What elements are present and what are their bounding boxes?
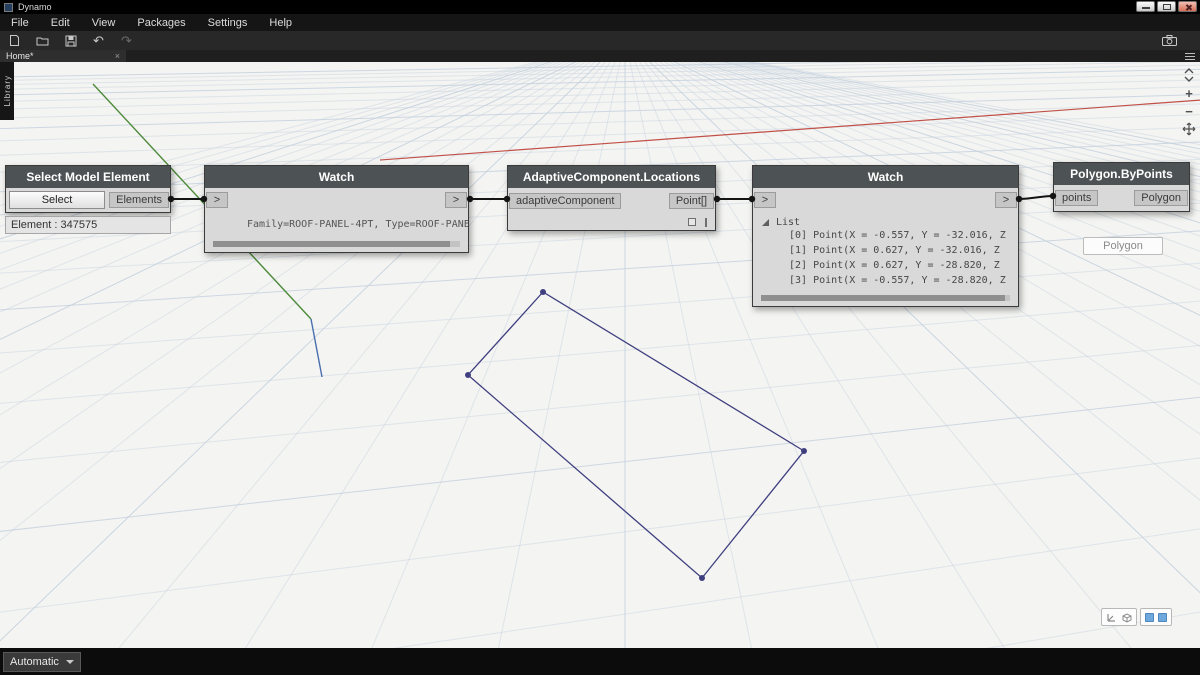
view-toggle-group xyxy=(1101,608,1172,626)
node-watch-1[interactable]: Watch > > Family=ROOF-PANEL-4PT, Type=RO… xyxy=(204,165,469,253)
zoom-in-button[interactable]: + xyxy=(1182,86,1196,100)
workspace-menu-icon[interactable] xyxy=(1185,53,1195,60)
z-axis-line xyxy=(311,319,322,377)
export-image-icon[interactable] xyxy=(1162,33,1177,48)
geometry-preview-layer xyxy=(0,62,1200,648)
watch-horizontal-scrollbar[interactable] xyxy=(761,295,1010,301)
window-controls xyxy=(1136,1,1197,12)
watch-value: Family=ROOF-PANEL-4PT, Type=ROOF-PANEL xyxy=(205,212,468,236)
node-polygon-bypoints[interactable]: Polygon.ByPoints points Polygon xyxy=(1053,162,1190,212)
library-panel-tab[interactable]: Library xyxy=(0,62,14,120)
workspace-canvas[interactable]: Library Select Model Element Select Elem… xyxy=(0,62,1200,648)
open-file-icon[interactable] xyxy=(35,33,50,48)
node-title[interactable]: Select Model Element xyxy=(6,166,170,188)
run-mode-dropdown[interactable]: Automatic xyxy=(3,652,81,672)
select-element-button[interactable]: Select xyxy=(9,191,105,209)
graph-view-icon[interactable] xyxy=(1145,613,1154,622)
output-port-point-array[interactable]: Point[] xyxy=(669,193,714,209)
polygon-vertex xyxy=(699,575,705,581)
node-title[interactable]: Watch xyxy=(205,166,468,188)
polygon-geometry xyxy=(468,292,804,578)
menu-file[interactable]: File xyxy=(0,14,40,31)
tab-home[interactable]: Home* × xyxy=(0,50,126,62)
workspace-tabbar: Home* × xyxy=(0,50,1200,62)
minimize-button[interactable] xyxy=(1136,1,1155,12)
input-port[interactable]: > xyxy=(206,192,228,208)
list-header[interactable]: List xyxy=(753,215,1018,230)
watch-horizontal-scrollbar[interactable] xyxy=(213,241,460,247)
tab-label: Home* xyxy=(6,51,115,61)
geometry-view-toggles[interactable] xyxy=(1101,608,1137,626)
zoom-out-button[interactable]: − xyxy=(1182,104,1196,118)
new-file-icon[interactable] xyxy=(7,33,22,48)
menu-edit[interactable]: Edit xyxy=(40,14,81,31)
app-title: Dynamo xyxy=(18,2,52,12)
input-port[interactable]: > xyxy=(754,192,776,208)
input-port-adaptivecomponent[interactable]: adaptiveComponent xyxy=(509,193,621,209)
node-title[interactable]: AdaptiveComponent.Locations xyxy=(508,166,715,188)
menu-view[interactable]: View xyxy=(81,14,127,31)
toolbar: ↶ ↷ xyxy=(0,31,1200,50)
expander-icon[interactable] xyxy=(762,219,769,226)
node-preview-element-id: Element : 347575 xyxy=(5,216,171,234)
node-title[interactable]: Polygon.ByPoints xyxy=(1054,163,1189,185)
statusbar: Automatic xyxy=(0,648,1200,675)
minimize-icon xyxy=(1142,7,1150,9)
polygon-vertex xyxy=(801,448,807,454)
save-icon[interactable] xyxy=(63,33,78,48)
workspace-view-toggles[interactable] xyxy=(1140,608,1172,626)
menu-packages[interactable]: Packages xyxy=(126,14,196,31)
maximize-button[interactable] xyxy=(1157,1,1176,12)
list-item: [1] Point(X = 0.627, Y = -32.016, Z xyxy=(753,245,1018,260)
list-item: [0] Point(X = -0.557, Y = -32.016, Z xyxy=(753,230,1018,245)
list-label: List xyxy=(776,217,800,228)
chevron-down-icon xyxy=(66,660,74,664)
tab-close-icon[interactable]: × xyxy=(115,52,120,61)
list-item: [2] Point(X = 0.627, Y = -28.820, Z xyxy=(753,260,1018,275)
run-mode-value: Automatic xyxy=(10,656,59,668)
polygon-vertex xyxy=(465,372,471,378)
maximize-icon xyxy=(1163,4,1171,10)
output-port-polygon[interactable]: Polygon xyxy=(1134,190,1188,206)
library-panel-label: Library xyxy=(3,75,12,106)
node-select-model-element[interactable]: Select Model Element Select Elements xyxy=(5,165,171,213)
redo-icon[interactable]: ↷ xyxy=(119,33,134,48)
output-port[interactable]: > xyxy=(445,192,467,208)
node-watch-2[interactable]: Watch > > List [0] Point(X = -0.557, Y =… xyxy=(752,165,1019,307)
background-grid xyxy=(0,62,1200,648)
preview-checkbox[interactable] xyxy=(688,218,696,226)
menu-help[interactable]: Help xyxy=(258,14,303,31)
canvas-navigation-controls: + − xyxy=(1182,68,1196,136)
menu-settings[interactable]: Settings xyxy=(197,14,259,31)
titlebar: Dynamo xyxy=(0,0,1200,14)
lacing-indicator-icon[interactable] xyxy=(705,218,707,227)
watch-list: List [0] Point(X = -0.557, Y = -32.016, … xyxy=(753,212,1018,290)
wire-watch-to-polygon[interactable] xyxy=(1019,196,1053,199)
list-item: [3] Point(X = -0.557, Y = -28.820, Z xyxy=(753,275,1018,290)
input-port-points[interactable]: points xyxy=(1055,190,1098,206)
polygon-vertex xyxy=(540,289,546,295)
axes-triad-icon xyxy=(1106,612,1117,623)
zoom-fit-icon[interactable] xyxy=(1182,68,1196,82)
cube-icon xyxy=(1121,612,1132,623)
geometry-preview-icon[interactable] xyxy=(1158,613,1167,622)
node-adaptive-component-locations[interactable]: AdaptiveComponent.Locations adaptiveComp… xyxy=(507,165,716,231)
dynamo-logo-icon xyxy=(4,3,13,12)
x-axis-line xyxy=(380,95,1200,160)
wire-layer xyxy=(0,62,1200,648)
output-port[interactable]: > xyxy=(995,192,1017,208)
undo-icon[interactable]: ↶ xyxy=(91,33,106,48)
pan-icon[interactable] xyxy=(1182,122,1196,136)
node-preview-polygon: Polygon xyxy=(1083,237,1163,255)
output-port-elements[interactable]: Elements xyxy=(109,192,169,208)
close-button[interactable] xyxy=(1178,1,1197,12)
menubar: File Edit View Packages Settings Help xyxy=(0,14,1200,31)
node-title[interactable]: Watch xyxy=(753,166,1018,188)
